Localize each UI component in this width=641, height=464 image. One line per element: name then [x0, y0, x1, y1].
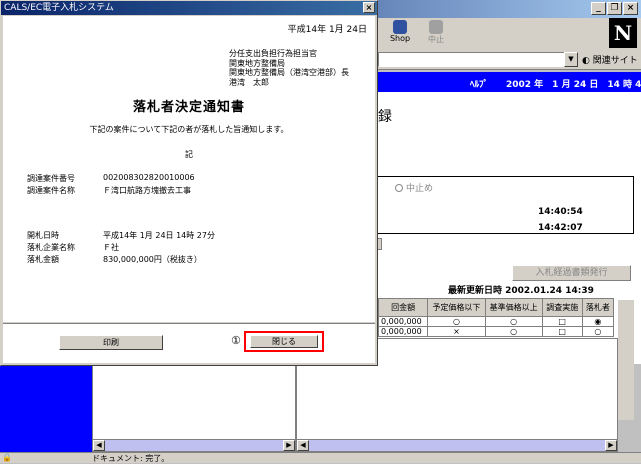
- stop-radio[interactable]: 中止め: [395, 181, 433, 194]
- close-button[interactable]: 閉じる: [250, 335, 318, 348]
- address-dropdown-icon[interactable]: ▼: [564, 52, 578, 67]
- notice-date: 平成14年 1月 24日: [287, 25, 367, 35]
- stop-button[interactable]: 中止: [414, 18, 458, 50]
- scroll-left-icon[interactable]: ◀: [297, 440, 309, 451]
- sender-block: 分任支出負担行為担当官 関東地方整備局 関東地方整備局（港湾空港部）長 港湾 太…: [229, 49, 349, 87]
- scroll-left-icon[interactable]: ◀: [93, 440, 105, 451]
- related-site-icon: ◐: [582, 56, 593, 66]
- cell-amount: 0,000,000: [377, 316, 429, 327]
- dialog-close-icon[interactable]: ×: [363, 2, 375, 13]
- security-icon: 🔒: [2, 453, 12, 462]
- cell-below-plan: ○: [427, 316, 486, 327]
- ki-marker: 記: [185, 150, 193, 159]
- field-value-winner-company: Ｆ社: [103, 243, 119, 252]
- help-link[interactable]: ﾍﾙﾌﾟ: [470, 77, 488, 90]
- award-notice-dialog: CALS/EC電子入札システム × 平成14年 1月 24日 分任支出負担行為担…: [0, 0, 378, 366]
- cell-below-plan: ×: [427, 326, 486, 337]
- bid-table: 回金額 予定価格以下 基準価格以上 調査実施 落札者 0,000,000 ○ ○…: [377, 298, 615, 337]
- stop-label: 中止: [428, 35, 444, 44]
- related-site-button[interactable]: ◐ 関連サイト: [582, 53, 638, 66]
- related-site-label: 関連サイト: [592, 56, 638, 66]
- table-header-row: 回金額 予定価格以下 基準価格以上 調査実施 落札者: [377, 298, 615, 317]
- window-close-button[interactable]: ×: [623, 2, 638, 15]
- dialog-button-bar: 印刷 ① 閉じる: [3, 323, 375, 363]
- annotation-marker: ①: [231, 334, 241, 347]
- scroll-right-icon[interactable]: ▶: [283, 440, 295, 451]
- shop-label: Shop: [389, 34, 411, 43]
- stop-icon: [429, 20, 443, 34]
- horizontal-scrollbar-right[interactable]: ◀ ▶: [297, 439, 617, 451]
- winner-radio[interactable]: ○: [581, 326, 615, 337]
- horizontal-scrollbar-left[interactable]: ◀ ▶: [93, 439, 295, 451]
- cell-above-base: ○: [484, 326, 543, 337]
- close-button-highlight: 閉じる: [244, 331, 324, 352]
- scroll-right-icon[interactable]: ▶: [605, 440, 617, 451]
- document-title: 落札者決定通知書: [132, 100, 245, 115]
- status-bar: 🔒 ドキュメント: 完了。: [0, 452, 641, 463]
- netscape-logo: N: [609, 18, 637, 48]
- sender-line: 港湾 太郎: [229, 77, 269, 87]
- col-survey: 調査実施: [541, 298, 583, 317]
- dialog-title: CALS/EC電子入札システム: [4, 3, 114, 13]
- address-row: ▼ ◐ 関連サイト: [378, 50, 641, 70]
- cell-above-base: ○: [484, 316, 543, 327]
- header-datetime: 2002 年 1 月 24 日 14 時 42 分: [506, 80, 641, 90]
- col-winner: 落札者: [581, 298, 615, 317]
- status-box: 中止め 14:40:54 14:42:07: [378, 176, 634, 234]
- time-value-2: 14:42:07: [538, 223, 583, 233]
- field-label-case-name: 調達案件名称: [27, 186, 75, 195]
- time-value-1: 14:40:54: [538, 207, 583, 217]
- shop-icon: [393, 20, 407, 34]
- left-blue-panel: [0, 366, 92, 452]
- header-bar: ﾍﾙﾌﾟ 2002 年 1 月 24 日 14 時 42 分: [378, 72, 641, 92]
- field-label-winner-company: 落札企業名称: [27, 243, 75, 252]
- page-title: 録: [378, 109, 392, 125]
- field-label-opening-datetime: 開札日時: [27, 231, 59, 240]
- survey-checkbox[interactable]: □: [541, 326, 583, 337]
- notice-document: 平成14年 1月 24日 分任支出負担行為担当官 関東地方整備局 関東地方整備局…: [3, 16, 375, 322]
- stop-radio-label: 中止め: [406, 184, 434, 194]
- print-button[interactable]: 印刷: [59, 335, 163, 350]
- last-update-text: 最新更新日時 2002.01.24 14:39: [448, 286, 594, 296]
- sender-line: 関東地方整備局（港湾空港部）長: [229, 68, 349, 77]
- field-value-winning-amount: 830,000,000円（税抜き）: [103, 255, 202, 264]
- survey-checkbox[interactable]: □: [541, 316, 583, 327]
- field-value-opening-datetime: 平成14年 1月 24日 14時 27分: [103, 231, 215, 240]
- browser-toolbar: Shop 中止: [378, 18, 641, 50]
- field-value-case-number: 002008302820010006: [103, 173, 195, 182]
- window-controls: _ ❐ ×: [591, 2, 638, 15]
- intro-text: 下記の案件について下記の者が落札した旨通知します。: [89, 125, 289, 134]
- radio-icon: [395, 184, 403, 192]
- sender-line: 関東地方整備局: [229, 58, 285, 68]
- dialog-titlebar: CALS/EC電子入札システム ×: [1, 1, 377, 15]
- restore-button[interactable]: ❐: [607, 2, 622, 15]
- table-row: 0,000,000 ○ ○ □ ◉: [377, 316, 615, 327]
- col-amount: 回金額: [377, 298, 429, 317]
- sender-line: 分任支出負担行為担当官: [229, 49, 317, 58]
- vertical-scrollbar[interactable]: [618, 300, 634, 420]
- field-label-winning-amount: 落札金額: [27, 255, 59, 264]
- table-row: 0,000,000 × ○ □ ○: [377, 326, 615, 337]
- bid-log-button[interactable]: 入札経過書類発行: [512, 265, 631, 281]
- partial-button[interactable]: [378, 238, 382, 250]
- col-above-base: 基準価格以上: [484, 298, 543, 317]
- col-below-plan: 予定価格以下: [427, 298, 486, 317]
- minimize-button[interactable]: _: [591, 2, 606, 15]
- field-value-case-name: Ｆ湾口航路方塊撤去工事: [103, 186, 191, 195]
- winner-radio[interactable]: ◉: [581, 316, 615, 327]
- field-label-case-number: 調達案件番号: [27, 174, 75, 183]
- status-text: ドキュメント: 完了。: [92, 454, 170, 463]
- address-input[interactable]: [378, 52, 568, 67]
- cell-amount: 0,000,000: [377, 326, 429, 337]
